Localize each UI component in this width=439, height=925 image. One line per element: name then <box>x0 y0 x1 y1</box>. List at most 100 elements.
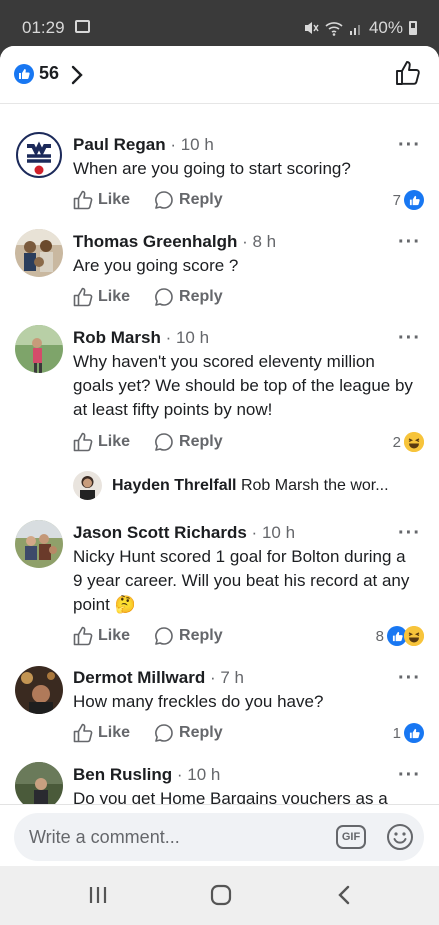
commenter-name[interactable]: Rob Marsh <box>73 328 161 347</box>
like-button[interactable]: Like <box>73 287 130 307</box>
reply-label: Reply <box>179 191 223 208</box>
more-options-button[interactable]: ··· <box>398 764 421 787</box>
gallery-notification-icon <box>75 20 90 33</box>
reactions-header: 56 <box>0 46 439 104</box>
like-button[interactable]: Like <box>73 626 130 646</box>
speech-bubble-icon <box>155 288 173 306</box>
comment-actions-4: Like Reply <box>73 626 247 646</box>
avatar-rob-marsh[interactable] <box>15 325 63 373</box>
comment-header-1: Paul Regan · 10 h <box>73 135 214 154</box>
comment-actions-3: Like Reply <box>73 432 247 452</box>
reaction-summary-3[interactable]: 2 <box>393 432 424 452</box>
gif-button[interactable]: GIF <box>336 825 366 849</box>
like-label: Like <box>98 627 131 644</box>
comment-time[interactable]: 8 h <box>252 232 276 251</box>
comment-text: Nicky Hunt scored 1 goal for Bolton duri… <box>73 547 410 614</box>
comments-list[interactable]: Like Reply Paul Regan · 10 h ··· When ar… <box>0 46 439 804</box>
reply-preview[interactable]: Hayden Threlfall Rob Marsh the wor... <box>112 477 422 495</box>
reply-button[interactable]: Reply <box>154 287 223 307</box>
haha-reaction-icon <box>404 626 424 646</box>
reply-label: Reply <box>179 627 223 644</box>
comment-time[interactable]: 7 h <box>220 668 244 687</box>
status-right-group: 40% <box>303 18 417 38</box>
more-options-button[interactable]: ··· <box>398 327 421 350</box>
home-icon[interactable] <box>210 884 232 906</box>
like-post-button[interactable] <box>395 60 421 86</box>
comment-text: Do you get Home Bargains vouchers as a <box>73 789 388 804</box>
like-button[interactable]: Like <box>73 190 130 210</box>
avatar-thomas-greenhalgh[interactable] <box>15 229 63 277</box>
comment-time[interactable]: 10 h <box>176 328 209 347</box>
more-options-button[interactable]: ··· <box>398 667 421 690</box>
reply-label: Reply <box>179 288 223 305</box>
recent-apps-icon[interactable] <box>88 884 108 906</box>
reply-label: Reply <box>179 724 223 741</box>
reaction-count: 7 <box>392 191 401 209</box>
commenter-name[interactable]: Jason Scott Richards <box>73 523 247 542</box>
reaction-count: 8 <box>375 627 384 645</box>
comment-header-4: Jason Scott Richards · 10 h <box>73 523 296 542</box>
reply-button[interactable]: Reply <box>154 723 223 743</box>
like-reaction-icon <box>404 190 424 210</box>
reply-button[interactable]: Reply <box>154 432 223 452</box>
reply-button[interactable]: Reply <box>154 626 223 646</box>
avatar-dermot-millward[interactable] <box>15 666 63 714</box>
system-navigation-bar <box>0 866 439 925</box>
battery-percent: 40% <box>368 18 403 37</box>
more-options-button[interactable]: ··· <box>398 231 421 254</box>
comment-actions-5: Like Reply <box>73 723 247 743</box>
comment-time[interactable]: 10 h <box>181 135 214 154</box>
speech-bubble-icon <box>155 433 173 451</box>
commenter-name[interactable]: Dermot Millward <box>73 668 205 687</box>
speech-bubble-icon <box>155 627 173 645</box>
reply-preview-text: Rob Marsh the wor... <box>240 477 389 494</box>
chevron-right-icon[interactable] <box>70 64 84 86</box>
speech-bubble-icon <box>155 724 173 742</box>
like-count[interactable]: 56 <box>39 63 59 84</box>
reaction-summary-5[interactable]: 1 <box>393 723 424 743</box>
battery-icon <box>409 21 417 35</box>
more-options-button[interactable]: ··· <box>398 522 421 545</box>
status-time: 01:29 <box>22 18 65 37</box>
signal-icon <box>349 25 360 35</box>
avatar-jason-scott-richards[interactable] <box>15 520 63 568</box>
comment-time[interactable]: 10 h <box>187 765 220 784</box>
comment-composer: GIF <box>0 804 439 866</box>
reply-author-name: Hayden Threlfall <box>112 477 237 494</box>
speech-bubble-icon <box>155 191 173 209</box>
comment-input-box[interactable]: GIF <box>14 813 424 861</box>
like-reaction-icon <box>404 723 424 743</box>
haha-reaction-icon <box>404 432 424 452</box>
like-reaction-icon[interactable] <box>14 64 34 84</box>
thumbs-up-icon <box>73 190 93 210</box>
comment-actions-1: Like Reply <box>73 190 247 210</box>
like-button[interactable]: Like <box>73 432 130 452</box>
thumbs-up-icon <box>73 626 93 646</box>
thumbs-up-icon <box>73 287 93 307</box>
reply-button[interactable]: Reply <box>154 190 223 210</box>
commenter-name[interactable]: Thomas Greenhalgh <box>73 232 237 251</box>
comment-header-5: Dermot Millward · 7 h <box>73 668 244 687</box>
back-icon[interactable] <box>336 884 352 906</box>
avatar-ben-rusling[interactable] <box>15 762 63 804</box>
comments-sheet: 56 Like Reply Paul Regan · 10 h ··· When… <box>0 46 439 866</box>
reaction-summary-4[interactable]: 8 <box>376 626 424 646</box>
commenter-name[interactable]: Paul Regan <box>73 135 166 154</box>
comment-header-6: Ben Rusling · 10 h <box>73 765 221 784</box>
reply-label: Reply <box>179 433 223 450</box>
more-options-button[interactable]: ··· <box>398 134 421 157</box>
like-label: Like <box>98 288 131 305</box>
thumbs-up-icon <box>73 723 93 743</box>
commenter-name[interactable]: Ben Rusling <box>73 765 172 784</box>
like-button[interactable]: Like <box>73 723 130 743</box>
avatar-hayden-threlfall[interactable] <box>73 471 102 500</box>
comment-text: How many freckles do you have? <box>73 692 324 711</box>
reaction-summary-1[interactable]: 7 <box>393 190 424 210</box>
comment-header-2: Thomas Greenhalgh · 8 h <box>73 232 277 251</box>
emoji-button-icon[interactable] <box>386 823 414 851</box>
comment-actions-2: Like Reply <box>73 287 247 307</box>
avatar-paul-regan[interactable] <box>15 131 63 179</box>
comment-input[interactable] <box>29 825 319 849</box>
comment-time[interactable]: 10 h <box>262 523 295 542</box>
wifi-icon <box>325 22 343 36</box>
